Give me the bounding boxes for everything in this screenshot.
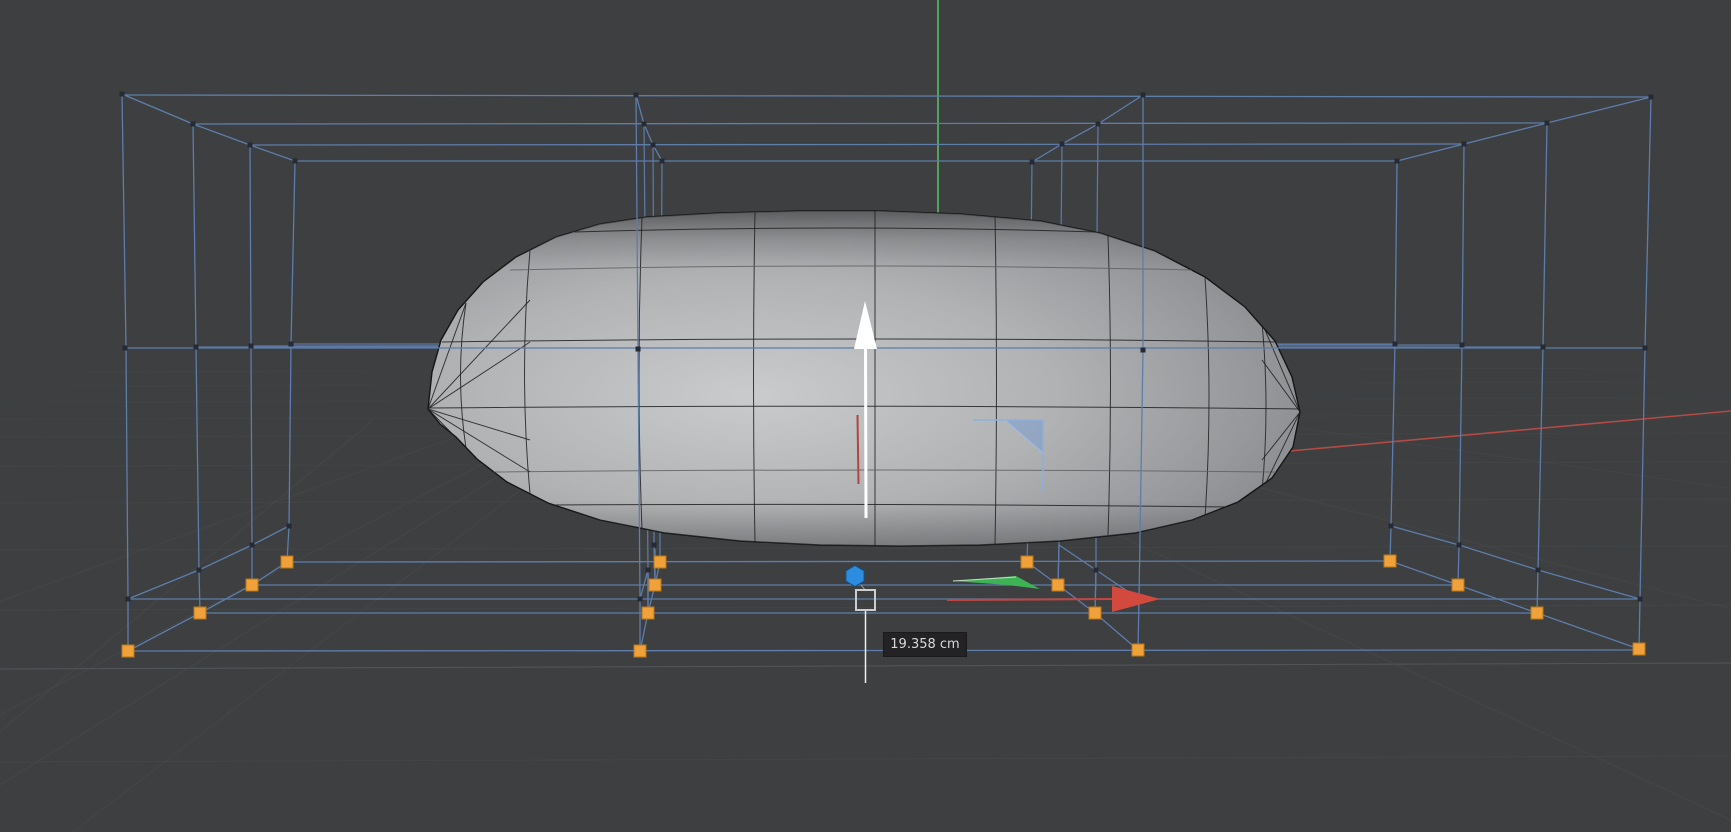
lattice-point[interactable]: [1020, 555, 1034, 569]
lattice-point[interactable]: [1459, 342, 1465, 348]
lattice-point[interactable]: [1095, 121, 1101, 127]
lattice-point[interactable]: [1140, 347, 1146, 353]
lattice-point[interactable]: [1648, 94, 1654, 100]
lattice-point[interactable]: [1383, 554, 1397, 568]
lattice-point[interactable]: [1451, 578, 1465, 592]
lattice-point[interactable]: [1029, 159, 1035, 165]
lattice-point[interactable]: [1392, 341, 1398, 347]
lattice-point[interactable]: [1535, 567, 1541, 573]
lattice-point[interactable]: [645, 567, 651, 573]
lattice-point[interactable]: [193, 344, 199, 350]
3d-viewport[interactable]: 19.358 cm: [0, 0, 1731, 832]
lattice-point[interactable]: [653, 555, 667, 569]
lattice-point[interactable]: [1461, 141, 1467, 147]
lattice-point[interactable]: [641, 121, 647, 127]
lattice-point[interactable]: [1632, 642, 1646, 656]
lattice-point[interactable]: [292, 158, 298, 164]
lattice-point[interactable]: [125, 596, 131, 602]
lattice-point[interactable]: [248, 343, 254, 349]
lattice-point[interactable]: [1456, 542, 1462, 548]
lattice-point[interactable]: [288, 341, 294, 347]
lattice-point[interactable]: [286, 523, 292, 529]
lattice-point[interactable]: [247, 142, 253, 148]
lattice-point[interactable]: [280, 555, 294, 569]
lattice-point[interactable]: [659, 158, 665, 164]
lattice-point[interactable]: [245, 578, 259, 592]
drag-distance-tooltip: 19.358 cm: [883, 632, 967, 657]
lattice-point[interactable]: [1093, 567, 1099, 573]
lattice-point[interactable]: [1530, 606, 1544, 620]
lattice-point[interactable]: [1637, 596, 1643, 602]
lattice-point[interactable]: [1394, 158, 1400, 164]
origin-point-handle[interactable]: [845, 564, 865, 588]
lattice-point[interactable]: [1088, 606, 1102, 620]
lattice-point[interactable]: [1388, 523, 1394, 529]
lattice-point[interactable]: [1540, 344, 1546, 350]
lattice-point[interactable]: [650, 142, 656, 148]
lattice-point[interactable]: [249, 542, 255, 548]
lattice-point[interactable]: [651, 542, 657, 548]
lattice-point[interactable]: [635, 346, 641, 352]
lattice-point[interactable]: [1140, 92, 1146, 98]
lattice-point[interactable]: [122, 345, 128, 351]
lattice-point[interactable]: [633, 92, 639, 98]
lattice-point[interactable]: [193, 606, 207, 620]
lattice-point[interactable]: [641, 606, 655, 620]
lattice-point[interactable]: [1642, 345, 1648, 351]
lattice-point[interactable]: [633, 644, 647, 658]
lattice-point[interactable]: [196, 567, 202, 573]
lattice-point[interactable]: [1544, 120, 1550, 126]
gizmo-mini-red-line: [856, 414, 860, 485]
lattice-point[interactable]: [1131, 643, 1145, 657]
lattice-point[interactable]: [121, 644, 135, 658]
lattice-point[interactable]: [119, 91, 125, 97]
lattice-point[interactable]: [1051, 578, 1065, 592]
lattice-point[interactable]: [637, 596, 643, 602]
gizmo-z-arrow[interactable]: [952, 576, 1040, 589]
lattice-point[interactable]: [190, 121, 196, 127]
lattice-point[interactable]: [1059, 141, 1065, 147]
lattice-point[interactable]: [648, 578, 662, 592]
